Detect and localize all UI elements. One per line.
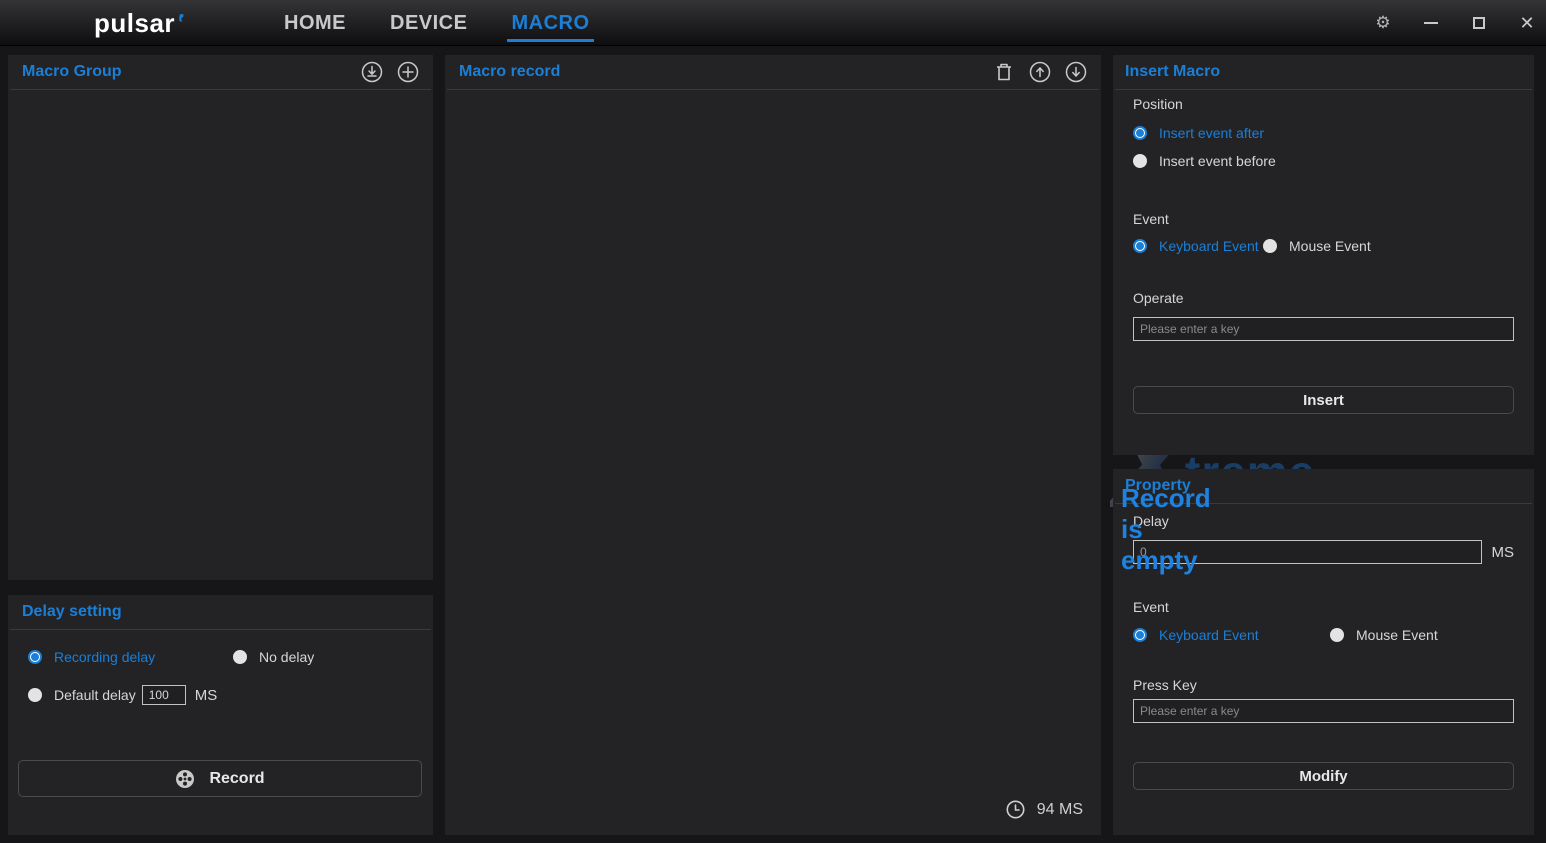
- insert-keyboard-event-radio[interactable]: [1133, 239, 1147, 253]
- property-keyboard-event-label: Keyboard Event: [1159, 627, 1259, 643]
- property-delay-unit: MS: [1492, 544, 1515, 561]
- recording-delay-option[interactable]: Recording delay: [28, 649, 233, 665]
- macro-record-divider: [447, 89, 1099, 90]
- macro-record-title: Macro record: [459, 63, 560, 81]
- recording-delay-label: Recording delay: [54, 649, 155, 665]
- property-mouse-event-label: Mouse Event: [1356, 627, 1438, 643]
- insert-button[interactable]: Insert: [1133, 386, 1514, 414]
- insert-macro-divider: [1115, 89, 1532, 90]
- recording-delay-radio[interactable]: [28, 650, 42, 664]
- property-keyboard-event-radio[interactable]: [1133, 628, 1147, 642]
- insert-keyboard-event-label: Keyboard Event: [1159, 238, 1259, 254]
- insert-macro-panel: Insert Macro Position Insert event after…: [1113, 55, 1534, 455]
- property-title: Property: [1125, 477, 1191, 495]
- close-button[interactable]: ✕: [1518, 14, 1536, 32]
- insert-event-label: Event: [1133, 211, 1169, 227]
- record-button-label: Record: [209, 770, 264, 788]
- property-event-label: Event: [1133, 599, 1169, 615]
- position-label: Position: [1133, 96, 1183, 112]
- default-delay-unit: MS: [195, 687, 218, 704]
- insert-mouse-event-option[interactable]: Mouse Event: [1263, 238, 1371, 254]
- main-nav: HOME DEVICE MACRO: [262, 0, 612, 46]
- tab-macro[interactable]: MACRO: [489, 0, 611, 46]
- press-key-input[interactable]: [1133, 699, 1514, 723]
- insert-after-label: Insert event after: [1159, 125, 1264, 141]
- insert-after-radio[interactable]: [1133, 126, 1147, 140]
- total-time-value: 94 MS: [1037, 801, 1083, 819]
- property-mouse-event-radio[interactable]: [1330, 628, 1344, 642]
- insert-keyboard-event-option[interactable]: Keyboard Event: [1133, 238, 1263, 254]
- insert-after-option[interactable]: Insert event after: [1133, 125, 1514, 141]
- modify-button[interactable]: Modify: [1133, 762, 1514, 790]
- delay-setting-panel: Delay setting Recording delay No delay D…: [8, 595, 433, 835]
- insert-before-option[interactable]: Insert event before: [1133, 153, 1514, 169]
- operate-key-input[interactable]: [1133, 317, 1514, 341]
- clock-icon: [1006, 800, 1025, 819]
- default-delay-label: Default delay: [54, 687, 136, 703]
- total-time-row: 94 MS: [1006, 800, 1083, 819]
- property-divider: [1115, 503, 1532, 504]
- no-delay-radio[interactable]: [233, 650, 247, 664]
- maximize-button[interactable]: [1470, 14, 1488, 32]
- press-key-label: Press Key: [1133, 677, 1197, 693]
- window-controls: ⚙ ✕: [1374, 0, 1536, 46]
- lightning-bolt-icon: ʽ: [176, 8, 184, 38]
- macro-group-list-empty: [8, 90, 433, 578]
- insert-mouse-event-radio[interactable]: [1263, 239, 1277, 253]
- insert-macro-title: Insert Macro: [1125, 63, 1220, 81]
- insert-mouse-event-label: Mouse Event: [1289, 238, 1371, 254]
- insert-before-radio[interactable]: [1133, 154, 1147, 168]
- move-down-icon[interactable]: [1065, 61, 1087, 83]
- tab-home[interactable]: HOME: [262, 0, 368, 46]
- property-mouse-event-option[interactable]: Mouse Event: [1330, 627, 1438, 643]
- macro-group-title: Macro Group: [22, 63, 122, 81]
- no-delay-option[interactable]: No delay: [233, 649, 314, 665]
- add-macro-group-icon[interactable]: [397, 61, 419, 83]
- title-bar: pulsarʽ HOME DEVICE MACRO ⚙ ✕: [0, 0, 1546, 46]
- insert-before-label: Insert event before: [1159, 153, 1276, 169]
- settings-gear-icon[interactable]: ⚙: [1374, 14, 1392, 32]
- move-up-icon[interactable]: [1029, 61, 1051, 83]
- import-macro-icon[interactable]: [361, 61, 383, 83]
- property-delay-input[interactable]: [1133, 540, 1482, 564]
- macro-record-panel: Macro record X treme: [445, 55, 1101, 835]
- insert-button-label: Insert: [1303, 392, 1344, 409]
- property-delay-label: Delay: [1133, 513, 1169, 529]
- macro-group-panel: Macro Group: [8, 55, 433, 580]
- delay-setting-divider: [10, 629, 431, 630]
- delay-setting-title: Delay setting: [22, 603, 122, 621]
- no-delay-label: No delay: [259, 649, 314, 665]
- default-delay-option[interactable]: Default delay MS: [28, 685, 217, 705]
- property-keyboard-event-option[interactable]: Keyboard Event: [1133, 627, 1330, 643]
- default-delay-radio[interactable]: [28, 688, 42, 702]
- delete-event-icon[interactable]: [993, 61, 1015, 83]
- logo-text: pulsar: [94, 8, 175, 38]
- operate-label: Operate: [1133, 290, 1184, 306]
- record-reel-icon: [175, 769, 195, 789]
- modify-button-label: Modify: [1299, 768, 1347, 785]
- tab-device[interactable]: DEVICE: [368, 0, 489, 46]
- pulsar-logo: pulsarʽ: [94, 8, 184, 39]
- minimize-button[interactable]: [1422, 14, 1440, 32]
- record-button[interactable]: Record: [18, 760, 422, 797]
- default-delay-input[interactable]: [142, 685, 186, 705]
- property-panel: Property Delay MS Event Keyboard Event M…: [1113, 469, 1534, 835]
